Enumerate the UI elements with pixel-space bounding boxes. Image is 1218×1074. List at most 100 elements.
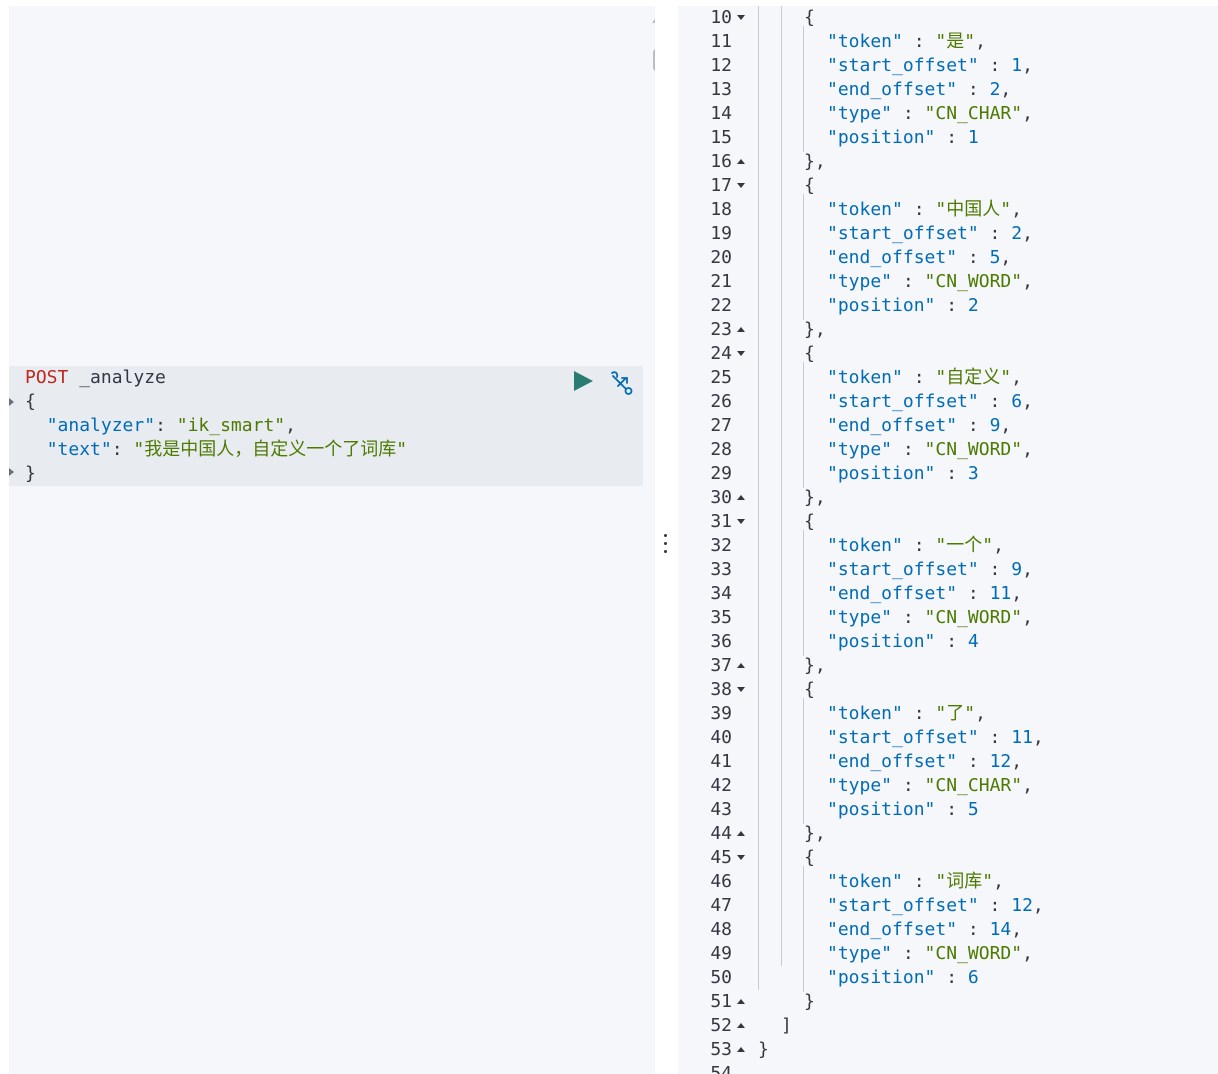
line-number: 37 [710,655,732,676]
indent-guide [758,6,759,990]
unfold-toggle-icon[interactable] [737,159,745,164]
token-field-start-offset[interactable]: "start_offset" : 6, [827,390,1033,414]
colon: : [957,751,990,772]
token-object-start[interactable]: { [804,6,815,30]
line-number: 18 [710,199,732,220]
start-offset-value: 9 [1011,559,1023,580]
fold-open-icon[interactable] [9,398,14,406]
start-offset-key: "start_offset" [827,223,979,244]
unfold-toggle-icon[interactable] [737,1023,745,1028]
token-field-type[interactable]: "type" : "CN_WORD", [827,438,1033,462]
response-viewer[interactable]: 10 11 12 13 14 15 16 17 18 19 20 21 22 23 24 25 26 27 28 29… [678,6,1218,1074]
token-key: "token" [827,703,903,724]
request-settings-button[interactable] [609,370,635,396]
token-field-position[interactable]: "position" : 2 [827,294,979,318]
token-value: "中国人" [935,199,1012,220]
token-field-token[interactable]: "token" : "了", [827,702,986,726]
comma: , [1032,727,1044,748]
fold-toggle-icon[interactable] [737,519,745,524]
token-object-start[interactable]: { [804,342,815,366]
comma: , [1022,55,1033,76]
token-field-end-offset[interactable]: "end_offset" : 14, [827,918,1022,942]
token-field-type[interactable]: "type" : "CN_CHAR", [827,774,1033,798]
indent-guide [803,698,804,824]
token-field-start-offset[interactable]: "start_offset" : 11, [827,726,1044,750]
fold-toggle-icon[interactable] [737,15,745,20]
fold-toggle-icon[interactable] [737,351,745,356]
colon: : [902,199,936,220]
position-value: 5 [967,799,979,820]
request-line-4[interactable]: "text": "我是中国人，自定义一个了词库" [25,438,407,462]
line-number: 38 [710,679,732,700]
token-field-type[interactable]: "type" : "CN_WORD", [827,270,1033,294]
token-field-position[interactable]: "position" : 6 [827,966,979,990]
unfold-toggle-icon[interactable] [737,495,745,500]
token-object-end[interactable]: }, [804,150,826,174]
token-field-token[interactable]: "token" : "是", [827,30,986,54]
token-field-type[interactable]: "type" : "CN_CHAR", [827,102,1033,126]
request-line-2[interactable]: { [25,390,36,414]
token-field-token[interactable]: "token" : "自定义", [827,366,1022,390]
unfold-toggle-icon[interactable] [737,831,745,836]
line-number: 39 [710,703,732,724]
resize-handle-icon[interactable] [664,534,668,558]
token-field-token[interactable]: "token" : "词库", [827,870,1004,894]
end-offset-value: 9 [989,415,1001,436]
request-line-3[interactable]: "analyzer": "ik_smart", [25,414,296,438]
fold-close-icon[interactable] [9,468,14,476]
fold-toggle-icon[interactable] [737,687,745,692]
request-line-5[interactable]: } [25,462,36,486]
line-number: 16 [710,151,732,172]
colon: : [892,271,925,292]
root-object-end[interactable]: } [758,1038,769,1062]
token-object-start[interactable]: { [804,510,815,534]
root-close-brace: } [758,1039,769,1060]
token-field-start-offset[interactable]: "start_offset" : 2, [827,222,1033,246]
position-key: "position" [827,127,936,148]
colon: : [935,463,968,484]
token-field-end-offset[interactable]: "end_offset" : 11, [827,582,1022,606]
token-field-start-offset[interactable]: "start_offset" : 1, [827,54,1033,78]
token-field-end-offset[interactable]: "end_offset" : 5, [827,246,1011,270]
run-request-button[interactable] [572,370,594,392]
fold-toggle-icon[interactable] [737,183,745,188]
request-line-1[interactable]: POST _analyze [25,366,166,390]
line-number: 15 [710,127,732,148]
token-field-start-offset[interactable]: "start_offset" : 9, [827,558,1033,582]
token-object-end[interactable]: }, [804,654,826,678]
fold-toggle-icon[interactable] [737,855,745,860]
token-field-end-offset[interactable]: "end_offset" : 2, [827,78,1011,102]
tokens-array-end[interactable]: ] [781,1014,792,1038]
token-object-end[interactable]: }, [804,318,826,342]
token-field-position[interactable]: "position" : 5 [827,798,979,822]
token-object-end[interactable]: } [804,990,815,1014]
token-field-end-offset[interactable]: "end_offset" : 9, [827,414,1011,438]
token-field-type[interactable]: "type" : "CN_WORD", [827,606,1033,630]
token-field-position[interactable]: "position" : 3 [827,462,979,486]
token-object-end[interactable]: }, [804,486,826,510]
comma: , [1022,271,1033,292]
line-number: 22 [710,295,732,316]
position-key: "position" [827,463,936,484]
token-field-position[interactable]: "position" : 4 [827,630,979,654]
token-open-brace: { [804,7,815,28]
unfold-toggle-icon[interactable] [737,327,745,332]
token-field-type[interactable]: "type" : "CN_WORD", [827,942,1033,966]
token-object-start[interactable]: { [804,174,815,198]
token-field-token[interactable]: "token" : "中国人", [827,198,1022,222]
token-value: "一个" [935,535,994,556]
unfold-toggle-icon[interactable] [737,999,745,1004]
token-field-position[interactable]: "position" : 1 [827,126,979,150]
token-field-token[interactable]: "token" : "一个", [827,534,1004,558]
token-field-start-offset[interactable]: "start_offset" : 12, [827,894,1044,918]
end-offset-value: 5 [989,247,1001,268]
line-number: 43 [710,799,732,820]
token-object-start[interactable]: { [804,846,815,870]
unfold-toggle-icon[interactable] [737,1047,745,1052]
unfold-toggle-icon[interactable] [737,663,745,668]
token-object-end[interactable]: }, [804,822,826,846]
token-field-end-offset[interactable]: "end_offset" : 12, [827,750,1022,774]
token-object-start[interactable]: { [804,678,815,702]
request-editor[interactable]: POST _analyze { "analyzer": "ik_smart", … [9,6,662,1074]
position-key: "position" [827,799,936,820]
